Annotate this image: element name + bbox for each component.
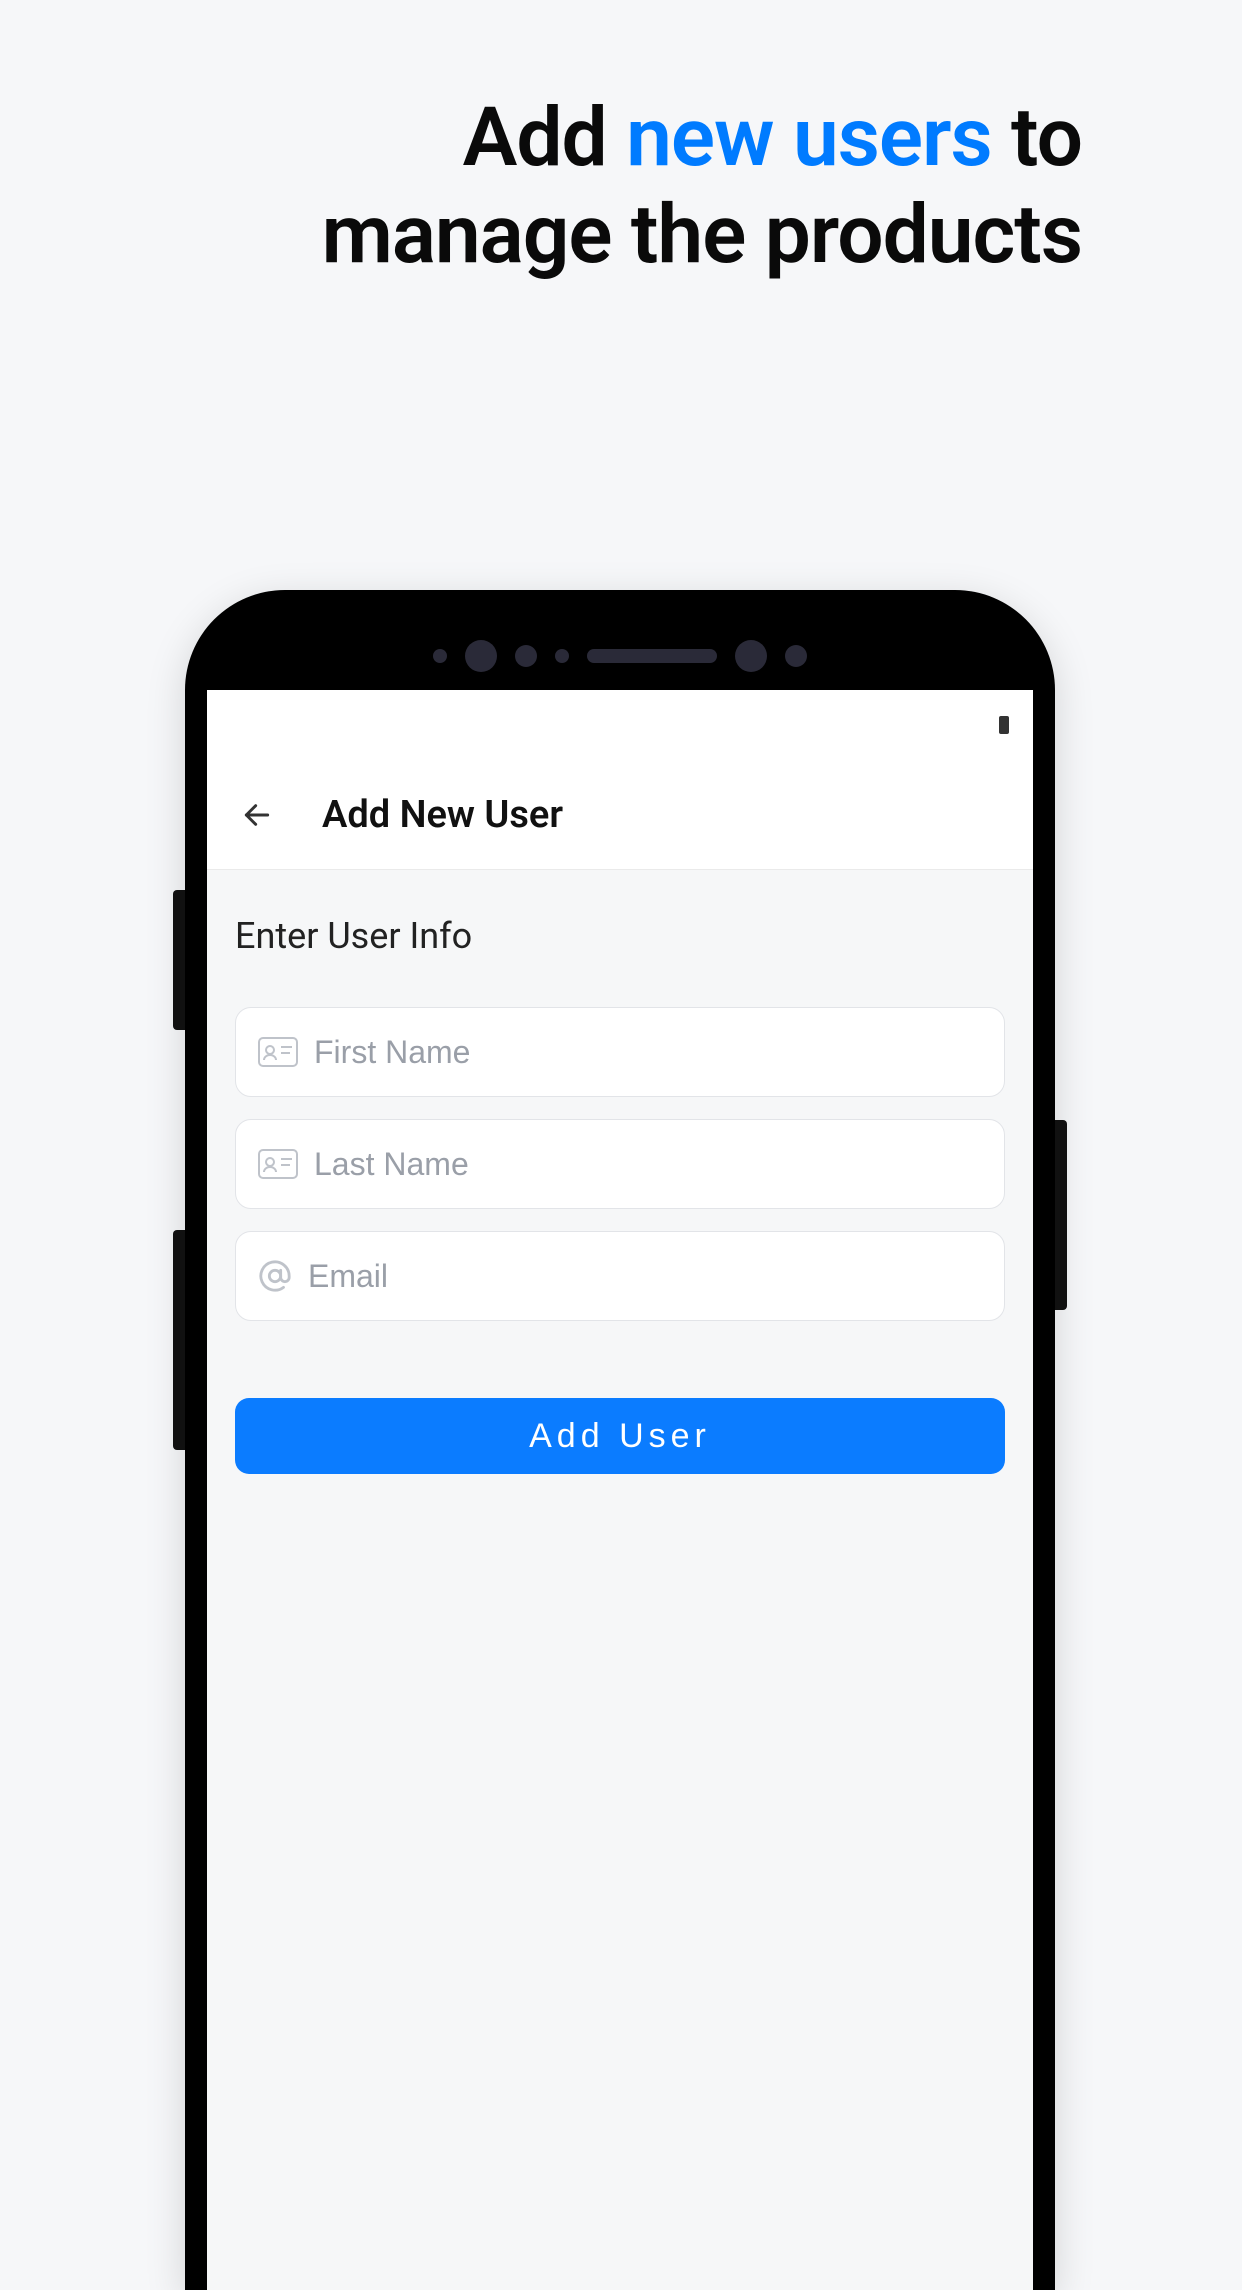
headline-part1: Add bbox=[463, 90, 626, 186]
last-name-input[interactable] bbox=[314, 1146, 982, 1183]
phone-sensor-row bbox=[185, 640, 1055, 672]
phone-power-button bbox=[1055, 1120, 1067, 1310]
add-user-button[interactable]: Add User bbox=[235, 1398, 1005, 1474]
headline-accent: new users bbox=[626, 90, 992, 186]
user-card-icon bbox=[258, 1149, 298, 1179]
back-button[interactable] bbox=[237, 795, 277, 835]
arrow-left-icon bbox=[241, 799, 273, 831]
first-name-field-wrapper[interactable] bbox=[235, 1007, 1005, 1097]
phone-camera-dot bbox=[735, 640, 767, 672]
phone-camera-dot bbox=[465, 640, 497, 672]
phone-volume-button bbox=[173, 1230, 185, 1450]
phone-speaker bbox=[587, 649, 717, 663]
phone-sensor-dot bbox=[433, 649, 447, 663]
phone-sensor-dot bbox=[555, 649, 569, 663]
phone-screen: Add New User Enter User Info bbox=[207, 690, 1033, 2290]
app-bar: Add New User bbox=[207, 760, 1033, 870]
email-field-wrapper[interactable] bbox=[235, 1231, 1005, 1321]
at-sign-icon bbox=[258, 1259, 292, 1293]
marketing-headline: Add new users to manage the products bbox=[180, 90, 1082, 284]
email-input[interactable] bbox=[308, 1258, 982, 1295]
form-content: Enter User Info bbox=[207, 870, 1033, 2290]
phone-sensor-dot bbox=[785, 645, 807, 667]
status-bar bbox=[207, 690, 1033, 760]
last-name-field-wrapper[interactable] bbox=[235, 1119, 1005, 1209]
section-title: Enter User Info bbox=[235, 915, 1005, 957]
user-card-icon bbox=[258, 1037, 298, 1067]
phone-sensor-dot bbox=[515, 645, 537, 667]
app-bar-title: Add New User bbox=[322, 793, 563, 837]
phone-device-frame: Add New User Enter User Info bbox=[185, 590, 1055, 2290]
phone-volume-button bbox=[173, 890, 185, 1030]
first-name-input[interactable] bbox=[314, 1034, 982, 1071]
